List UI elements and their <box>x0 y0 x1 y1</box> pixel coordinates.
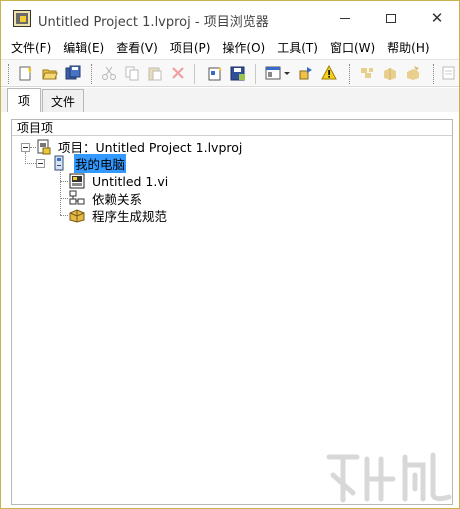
tree-item-dependencies[interactable]: 依赖关系 <box>92 190 142 207</box>
toolbar-grip[interactable] <box>433 64 436 84</box>
computer-icon <box>54 155 64 171</box>
toolbar-grip[interactable] <box>8 64 11 84</box>
save-project-icon[interactable] <box>230 65 246 81</box>
tree-line <box>60 181 68 182</box>
collapse-computer-toggle[interactable] <box>36 159 45 168</box>
tree-item-vi[interactable]: Untitled 1.vi <box>92 173 168 190</box>
build-spec-icon[interactable] <box>382 65 398 81</box>
tab-items[interactable]: 项 <box>7 88 41 112</box>
properties-icon[interactable] <box>441 65 457 81</box>
build-specifications-icon <box>69 209 85 223</box>
dependencies-icon <box>69 190 85 205</box>
tree-item-project[interactable]: 项目：Untitled Project 1.lvproj <box>58 138 242 155</box>
menu-help[interactable]: 帮助(H) <box>381 39 435 56</box>
tree-line <box>25 163 36 164</box>
maximize-button[interactable] <box>368 1 414 35</box>
maximize-icon <box>386 13 396 23</box>
labview-project-icon <box>13 10 31 27</box>
minimize-button[interactable] <box>322 1 368 35</box>
paste-icon[interactable] <box>147 65 163 81</box>
minimize-icon <box>340 17 350 19</box>
tree-item-my-computer[interactable]: 我的电脑 <box>74 154 127 173</box>
tree-line <box>60 170 61 215</box>
view-dropdown-icon[interactable] <box>265 65 281 81</box>
menu-view[interactable]: 查看(V) <box>110 39 164 56</box>
menu-bar: 文件(F) 编辑(E) 查看(V) 项目(P) 操作(O) 工具(T) 窗口(W… <box>1 36 459 58</box>
dependency-icon[interactable] <box>298 65 314 81</box>
project-explorer-window: Untitled Project 1.lvproj - 项目浏览器 ✕ 文件(F… <box>0 0 460 509</box>
build-icon[interactable] <box>359 65 375 81</box>
title-bar[interactable]: Untitled Project 1.lvproj - 项目浏览器 ✕ <box>1 1 459 35</box>
menu-window[interactable]: 窗口(W) <box>324 39 381 56</box>
toolbar <box>1 59 459 87</box>
add-file-icon[interactable] <box>207 65 223 81</box>
toolbar-separator <box>255 64 256 84</box>
open-icon[interactable] <box>42 65 58 81</box>
project-icon <box>37 139 51 155</box>
window-title: Untitled Project 1.lvproj - 项目浏览器 <box>38 15 269 30</box>
menu-tools[interactable]: 工具(T) <box>271 39 324 56</box>
panel-header: 项目项 <box>12 120 452 136</box>
close-button[interactable]: ✕ <box>414 1 460 35</box>
tree-item-build-specifications-label: 程序生成规范 <box>92 209 168 224</box>
tab-strip: 项 文件 <box>1 88 459 112</box>
tree-item-build-specifications[interactable]: 程序生成规范 <box>92 207 167 224</box>
menu-file[interactable]: 文件(F) <box>5 39 57 56</box>
close-icon: ✕ <box>430 8 444 27</box>
copy-icon[interactable] <box>124 65 140 81</box>
tree-line <box>60 215 68 216</box>
collapse-project-toggle[interactable] <box>21 143 30 152</box>
new-icon[interactable] <box>18 65 34 81</box>
tree-item-vi-label: Untitled 1.vi <box>92 174 169 189</box>
menu-edit[interactable]: 编辑(E) <box>57 39 110 56</box>
toolbar-grip[interactable] <box>349 64 352 84</box>
toolbar-grip[interactable] <box>91 64 94 84</box>
delete-icon[interactable] <box>170 65 186 81</box>
cut-icon[interactable] <box>101 65 117 81</box>
chevron-down-icon[interactable] <box>283 65 291 81</box>
save-all-icon[interactable] <box>65 65 81 81</box>
tree-item-my-computer-label: 我的电脑 <box>74 154 127 173</box>
toolbar-separator <box>194 64 195 84</box>
menu-operate[interactable]: 操作(O) <box>216 39 271 56</box>
watermark-logo <box>326 452 452 503</box>
vi-icon <box>69 173 85 189</box>
menu-project[interactable]: 项目(P) <box>164 39 217 56</box>
tree-line <box>60 198 68 199</box>
deploy-icon[interactable] <box>405 65 421 81</box>
warning-icon[interactable] <box>321 65 337 81</box>
tab-files[interactable]: 文件 <box>42 89 84 112</box>
